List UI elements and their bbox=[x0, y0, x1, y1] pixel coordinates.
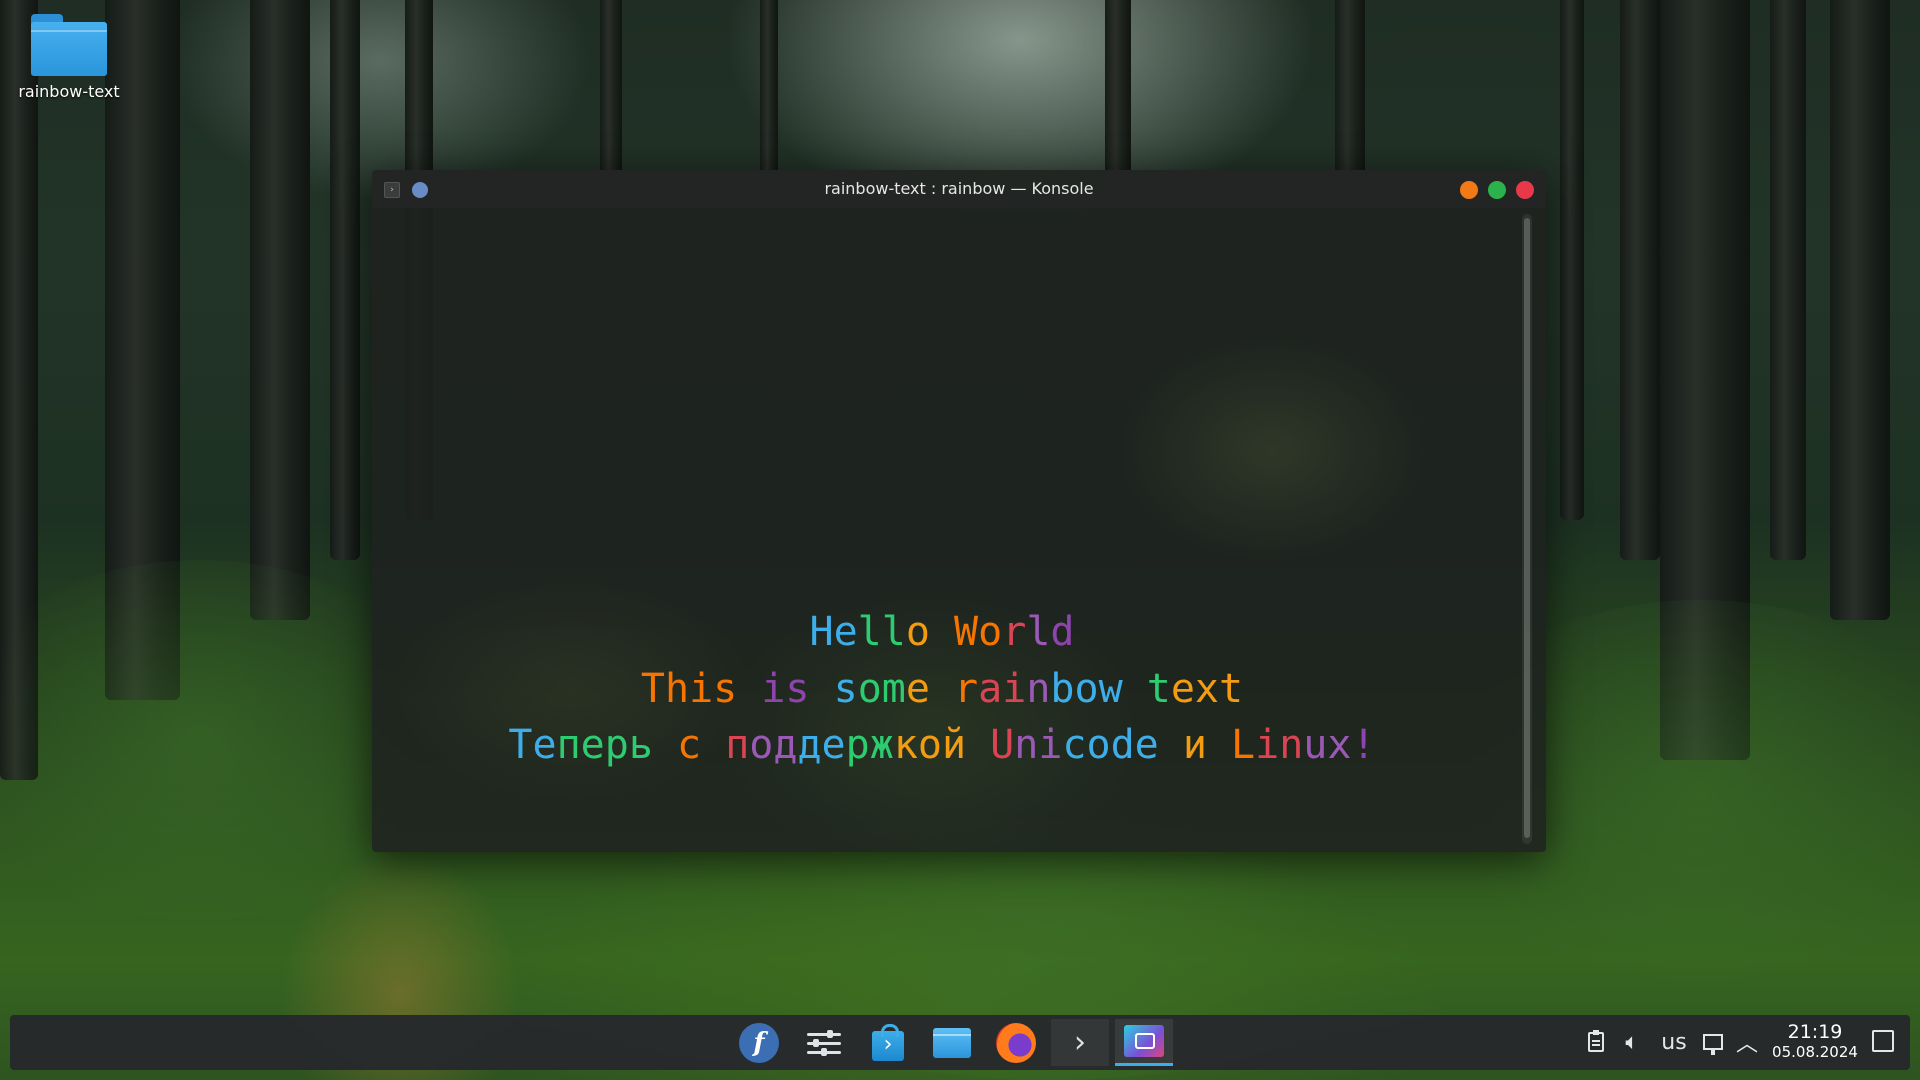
terminal-text-segment: l bbox=[857, 609, 882, 655]
digital-clock[interactable]: 21:19 05.08.2024 bbox=[1760, 1021, 1870, 1061]
network-tray-button[interactable] bbox=[1700, 1027, 1726, 1057]
terminal-text-segment: l bbox=[1026, 609, 1051, 655]
scrollbar-thumb[interactable] bbox=[1524, 218, 1530, 838]
tree-trunk bbox=[1620, 0, 1660, 560]
shopping-bag-icon bbox=[872, 1023, 904, 1061]
settings-sliders-icon bbox=[807, 1029, 841, 1056]
spectacle-task-button[interactable] bbox=[1115, 1019, 1173, 1066]
terminal-text-segment: ext bbox=[1170, 666, 1244, 712]
window-title: rainbow-text : rainbow — Konsole bbox=[824, 179, 1094, 198]
volume-tray-button[interactable]: 🔈︎ bbox=[1618, 1027, 1646, 1057]
terminal-text-segment: code bbox=[1062, 722, 1159, 768]
tree-trunk bbox=[1335, 0, 1365, 190]
terminal-text-segment: s bbox=[833, 666, 858, 712]
screenshot-icon bbox=[1124, 1025, 1164, 1057]
terminal-text-segment: om bbox=[857, 666, 906, 712]
firefox-icon bbox=[996, 1022, 1036, 1063]
folder-icon bbox=[933, 1027, 971, 1058]
terminal-text-segment: n bbox=[1026, 666, 1051, 712]
speaker-icon: 🔈︎ bbox=[1625, 1029, 1639, 1055]
tree-trunk bbox=[1560, 0, 1584, 520]
terminal-text-segment: L bbox=[1231, 722, 1256, 768]
terminal-text-segment: This bbox=[640, 666, 738, 712]
terminal-text-segment: W bbox=[954, 609, 979, 655]
tray-expand-button[interactable]: ︿ bbox=[1734, 1027, 1760, 1057]
terminal-text-segment: o bbox=[905, 609, 930, 655]
terminal-text-segment: t bbox=[1146, 666, 1171, 712]
network-wired-icon bbox=[1703, 1034, 1723, 1055]
terminal-text-segment: l bbox=[881, 609, 906, 655]
tree-trunk bbox=[250, 0, 310, 620]
folder-icon bbox=[31, 10, 107, 76]
terminal-text-segment: H bbox=[809, 609, 834, 655]
minimize-button[interactable] bbox=[1460, 181, 1478, 199]
terminal-text-segment: is bbox=[761, 666, 810, 712]
taskbar: f › 🔈︎ us ︿ 21:19 05.08.2024 bbox=[10, 1015, 1910, 1070]
terminal-text-segment: ai bbox=[978, 666, 1027, 712]
clock-date: 05.08.2024 bbox=[1772, 1043, 1858, 1061]
terminal-text-segment: o bbox=[978, 609, 1003, 655]
terminal-text-segment: bow bbox=[1050, 666, 1123, 712]
terminal-text-segment: ux bbox=[1303, 722, 1352, 768]
terminal-line-unicode: Теперь с поддержкой Unicode и Linux! bbox=[372, 721, 1512, 769]
keyboard-layout-button[interactable]: us bbox=[1656, 1027, 1692, 1057]
tree-trunk bbox=[760, 0, 778, 190]
tree-trunk bbox=[1770, 0, 1806, 560]
system-settings-button[interactable] bbox=[795, 1019, 853, 1066]
close-button[interactable] bbox=[1516, 181, 1534, 199]
terminal-text-segment: Те bbox=[508, 722, 557, 768]
discover-button[interactable] bbox=[859, 1019, 917, 1066]
terminal-text-segment: d bbox=[1050, 609, 1075, 655]
terminal-output[interactable]: Hello World This is some rainbow text Те… bbox=[372, 208, 1512, 852]
konsole-task-button[interactable]: › bbox=[1051, 1019, 1109, 1066]
chevron-up-icon: ︿ bbox=[1735, 1032, 1758, 1057]
clock-time: 21:19 bbox=[1787, 1021, 1843, 1043]
clipboard-tray-button[interactable] bbox=[1584, 1027, 1608, 1057]
terminal-text-segment: r bbox=[954, 666, 979, 712]
terminal-text-segment: ni bbox=[1014, 722, 1063, 768]
terminal-text-segment: in bbox=[1255, 722, 1304, 768]
file-manager-button[interactable] bbox=[923, 1019, 981, 1066]
terminal-line-hello-world: Hello World bbox=[372, 608, 1512, 656]
window-titlebar[interactable]: › rainbow-text : rainbow — Konsole bbox=[372, 170, 1546, 208]
desktop-folder-rainbow-text[interactable]: rainbow-text bbox=[14, 10, 124, 101]
desktop-icon-label: rainbow-text bbox=[18, 82, 120, 101]
konsole-window: › rainbow-text : rainbow — Konsole Hello… bbox=[372, 170, 1546, 852]
terminal-line-rainbow-text: This is some rainbow text bbox=[372, 665, 1512, 713]
terminal-text-segment: с bbox=[677, 722, 702, 768]
terminal-text-segment: e bbox=[833, 609, 858, 655]
application-launcher-button[interactable]: f bbox=[730, 1019, 788, 1066]
terminal-text-segment: кой bbox=[893, 722, 967, 768]
terminal-text-segment: и bbox=[1182, 722, 1207, 768]
terminal-text-segment: од bbox=[749, 722, 798, 768]
terminal-prompt-icon: › bbox=[1074, 1024, 1086, 1060]
terminal-text-segment: п bbox=[725, 722, 750, 768]
tree-trunk bbox=[1830, 0, 1890, 620]
show-desktop-button[interactable] bbox=[1872, 1030, 1894, 1052]
terminal-text-segment: де bbox=[797, 722, 846, 768]
terminal-scrollbar[interactable] bbox=[1522, 214, 1532, 844]
fedora-logo-icon: f bbox=[739, 1022, 779, 1063]
terminal-text-segment: рж bbox=[845, 722, 894, 768]
terminal-text-segment: ! bbox=[1351, 722, 1376, 768]
tree-trunk bbox=[1105, 0, 1131, 190]
terminal-text-segment: e bbox=[905, 666, 930, 712]
maximize-button[interactable] bbox=[1488, 181, 1506, 199]
terminal-text-segment: перь bbox=[556, 722, 653, 768]
firefox-button[interactable] bbox=[987, 1019, 1045, 1066]
tree-trunk bbox=[330, 0, 360, 560]
terminal-text-segment: r bbox=[1002, 609, 1027, 655]
clipboard-icon bbox=[1588, 1030, 1604, 1052]
terminal-text-segment: U bbox=[990, 722, 1015, 768]
